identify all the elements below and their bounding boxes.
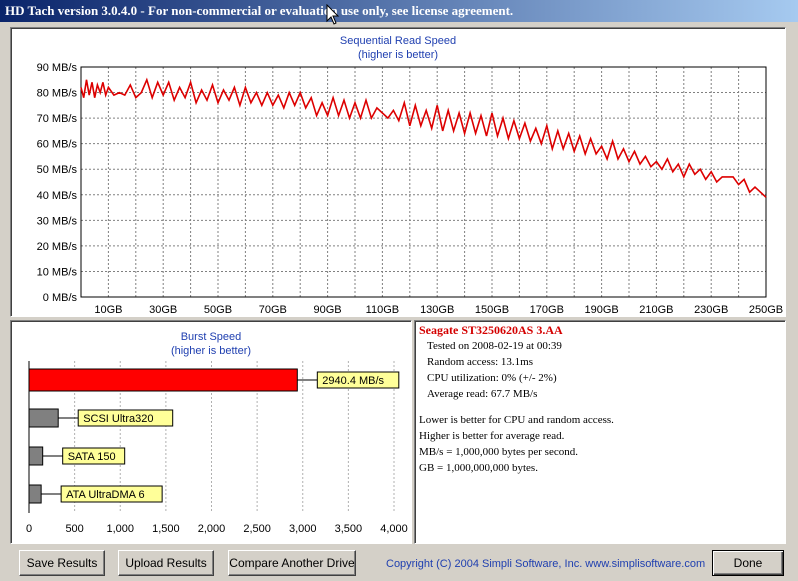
- read-x-tick-label: 30GB: [149, 304, 177, 316]
- burst-x-tick-label: 1,000: [106, 523, 134, 535]
- read-x-tick-label: 50GB: [204, 304, 232, 316]
- read-x-tick-label: 170GB: [530, 304, 564, 316]
- read-y-tick-label: 30 MB/s: [37, 215, 78, 227]
- burst-x-tick-label: 3,500: [335, 523, 363, 535]
- burst-bar-reference: [28, 446, 44, 466]
- note-gb-definition: GB = 1,000,000,000 bytes.: [419, 462, 538, 474]
- burst-bar-reference: [28, 408, 59, 428]
- read-x-tick-label: 230GB: [694, 304, 728, 316]
- note-mbs-definition: MB/s = 1,000,000 bytes per second.: [419, 446, 578, 458]
- read-y-tick-label: 20 MB/s: [37, 241, 78, 253]
- burst-speed-chart: 2940.4 MB/s SCSI Ultra320 SATA 150 ATA Ultr…: [26, 361, 408, 535]
- read-x-tick-label: 150GB: [475, 304, 509, 316]
- read-x-tick-label: 130GB: [420, 304, 454, 316]
- read-y-tick-label: 70 MB/s: [37, 113, 78, 125]
- drive-name: Seagate ST3250620AS 3.AA: [419, 323, 563, 337]
- note-higher-better: Higher is better for average read.: [419, 430, 565, 442]
- burst-bar-tested-drive: [28, 368, 298, 392]
- burst-x-tick-label: 500: [65, 523, 83, 535]
- read-x-tick-label: 210GB: [639, 304, 673, 316]
- read-speed-series-line: [80, 77, 767, 198]
- random-access-value: Random access: 13.1ms: [427, 356, 534, 368]
- burst-bar-label: ATA UltraDMA 6: [66, 489, 144, 501]
- cpu-utilization-value: CPU utilization: 0% (+/- 2%): [427, 372, 557, 384]
- upload-results-button[interactable]: Upload Results: [118, 550, 214, 576]
- results-info: Seagate ST3250620AS 3.AA Tested on 2008-…: [419, 322, 614, 476]
- burst-bar-reference: [28, 484, 42, 504]
- read-y-tick-label: 80 MB/s: [37, 88, 78, 100]
- read-x-tick-label: 190GB: [584, 304, 618, 316]
- burst-x-tick-label: 2,000: [198, 523, 226, 535]
- read-speed-panel: Sequential Read Speed (higher is better)…: [10, 27, 786, 317]
- burst-bar-label: SCSI Ultra320: [83, 413, 153, 425]
- burst-x-tick-label: 0: [26, 523, 32, 535]
- note-lower-better: Lower is better for CPU and random acces…: [419, 414, 614, 426]
- read-y-tick-label: 50 MB/s: [37, 164, 78, 176]
- burst-x-tick-label: 1,500: [152, 523, 180, 535]
- read-y-tick-label: 0 MB/s: [43, 292, 78, 304]
- burst-bar-label: SATA 150: [68, 451, 116, 463]
- read-y-tick-label: 40 MB/s: [37, 190, 78, 202]
- tested-date: Tested on 2008-02-19 at 00:39: [427, 340, 562, 352]
- read-x-tick-label: 110GB: [366, 304, 399, 316]
- results-info-panel: Seagate ST3250620AS 3.AA Tested on 2008-…: [414, 320, 786, 544]
- read-y-tick-label: 60 MB/s: [37, 139, 78, 151]
- hd-tach-window: HD Tach version 3.0.4.0 - For non-commer…: [0, 0, 798, 581]
- read-y-tick-label: 10 MB/s: [37, 266, 78, 278]
- read-x-tick-label: 10GB: [94, 304, 122, 316]
- read-x-tick-label: 70GB: [259, 304, 287, 316]
- read-x-tick-label: 250GB: [749, 304, 783, 316]
- read-speed-chart: 0 MB/s 10 MB/s 20 MB/s 30 MB/s 40 MB/s 50 MB/…: [37, 62, 783, 316]
- compare-another-drive-button[interactable]: Compare Another Drive: [228, 550, 356, 576]
- burst-bar-label: 2940.4 MB/s: [322, 375, 384, 387]
- title-bar: HD Tach version 3.0.4.0 - For non-commer…: [0, 0, 798, 22]
- average-read-value: Average read: 67.7 MB/s: [427, 388, 538, 400]
- read-y-tick-label: 90 MB/s: [37, 62, 78, 74]
- burst-speed-panel: Burst Speed (higher is better) 2940.4 MB…: [10, 320, 412, 544]
- burst-x-tick-label: 4,000: [380, 523, 408, 535]
- copyright-text: Copyright (C) 2004 Simpli Software, Inc.…: [386, 558, 706, 570]
- save-results-button[interactable]: Save Results: [19, 550, 105, 576]
- burst-x-tick-label: 2,500: [243, 523, 271, 535]
- read-x-tick-label: 90GB: [314, 304, 342, 316]
- mouse-cursor-icon: [326, 4, 340, 25]
- burst-x-tick-label: 3,000: [289, 523, 317, 535]
- done-button[interactable]: Done: [712, 550, 784, 576]
